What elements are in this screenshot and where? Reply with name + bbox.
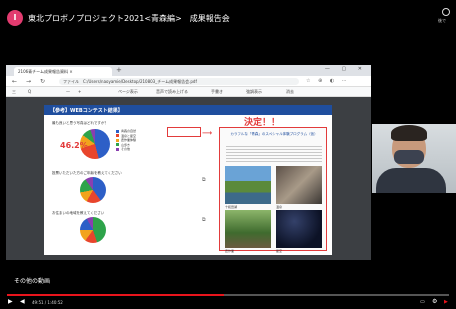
- face-mask: [394, 150, 424, 164]
- pie1-legend: 青森の自然 温泉と星空 農作業体験 山歩き その他: [116, 129, 136, 152]
- video-title-bar: I 東北プロボノプロジェクト2021<青森編> 成果報告会 後で: [0, 0, 456, 36]
- photo-lake: [225, 166, 271, 204]
- panel-body-text: [226, 144, 322, 162]
- photo-farm-work: [225, 210, 271, 248]
- progress-bar[interactable]: [7, 294, 449, 296]
- pdf-toc-icon[interactable]: 三: [12, 89, 16, 95]
- player-controls: ▶ ◀ 49:51 / 1:40:52 ▭ ⚙ ▶: [0, 297, 456, 309]
- volume-icon[interactable]: ◀: [20, 298, 25, 305]
- pie3-caption: お住まいの地域を教えてください: [52, 211, 105, 215]
- browser-extension-icons[interactable]: ☆ ⊕ ◐ ⋯: [306, 78, 350, 84]
- pie2-caption: 投票いただいた方のご年齢を教えてください: [52, 171, 122, 175]
- watch-later-button[interactable]: 後で: [438, 8, 454, 26]
- url-input[interactable]: ファイル C:/Users/naoyamie/Desktop/210803_チー…: [59, 78, 299, 85]
- window-controls[interactable]: — ▢ ✕: [325, 66, 367, 72]
- forward-icon[interactable]: →: [26, 78, 31, 85]
- tab-title: 2106青チーム成果報告資料 ×: [18, 69, 73, 74]
- panel-title: カラフルな「青森」のスペシャル体験プログラム（仮）: [230, 132, 318, 136]
- photo-caption: 農作業: [225, 249, 235, 253]
- screen-share: 2106青チーム成果報告資料 × + — ▢ ✕ ← → ↻ ファイル C:/U…: [6, 65, 371, 260]
- other-videos-label[interactable]: その他の動画: [14, 276, 50, 285]
- photo-hot-spring: [276, 166, 322, 204]
- progress-fill: [7, 294, 224, 296]
- back-icon[interactable]: ←: [12, 78, 17, 85]
- pdf-page: 【参考】WEBコンテスト結果】 最も良いと思う写真はどれですか？ 46.2% 青…: [44, 105, 332, 255]
- address-bar: ← → ↻ ファイル C:/Users/naoyamie/Desktop/210…: [6, 76, 371, 87]
- new-tab-icon[interactable]: +: [116, 66, 122, 74]
- video-title[interactable]: 東北プロボノプロジェクト2021<青森編> 成果報告会: [28, 13, 230, 24]
- pie-chart-2: [80, 177, 106, 203]
- highlight-button[interactable]: 強調表示: [246, 89, 262, 95]
- reload-icon[interactable]: ↻: [40, 78, 45, 85]
- photo-starry-sky: [276, 210, 322, 248]
- photo-caption: 十和田湖: [225, 205, 238, 209]
- selected-program-panel: カラフルな「青森」のスペシャル体験プログラム（仮） 十和田湖 温泉 農作業 星空: [219, 127, 327, 253]
- copy-icon: ⧉: [202, 217, 206, 223]
- watch-later-label: 後で: [438, 18, 446, 23]
- pdf-toolbar: 三 Q — + ページ表示 音声で読み上げる 手書き 強調表示 消去: [6, 87, 371, 97]
- photo-caption: 温泉: [276, 205, 283, 209]
- settings-icon[interactable]: ⚙: [432, 298, 437, 305]
- pie-chart-3: [80, 217, 106, 243]
- draw-button[interactable]: 手書き: [211, 89, 223, 95]
- read-aloud-button[interactable]: 音声で読み上げる: [156, 89, 188, 95]
- browser-tabbar: 2106青チーム成果報告資料 × + — ▢ ✕: [6, 65, 371, 76]
- channel-avatar[interactable]: I: [7, 10, 23, 26]
- photo-caption: 星空: [276, 249, 283, 253]
- pie1-percentage: 46.2%: [60, 141, 88, 150]
- person-hair: [391, 125, 427, 141]
- erase-button[interactable]: 消去: [286, 89, 294, 95]
- pdf-search-icon[interactable]: Q: [28, 89, 31, 94]
- clock-icon: [442, 8, 450, 16]
- pie1-caption: 最も良いと思う写真はどれですか？: [52, 121, 108, 125]
- person-body: [376, 168, 446, 193]
- arrow-right-icon: ⟶: [202, 129, 213, 137]
- zoom-in-button[interactable]: +: [78, 89, 81, 94]
- copy-icon: ⧉: [202, 177, 206, 183]
- zoom-out-button[interactable]: —: [66, 89, 70, 94]
- slide-header: 【参考】WEBコンテスト結果】: [44, 105, 332, 115]
- pdf-viewer[interactable]: 【参考】WEBコンテスト結果】 最も良いと思う写真はどれですか？ 46.2% 青…: [6, 97, 371, 260]
- play-icon[interactable]: ▶: [8, 298, 13, 305]
- webcam-feed: [372, 124, 456, 193]
- page-view-button[interactable]: ページ表示: [118, 89, 138, 95]
- browser-tab[interactable]: 2106青チーム成果報告資料 ×: [14, 67, 112, 76]
- youtube-logo-icon[interactable]: ▶: [444, 299, 448, 305]
- subtitles-icon[interactable]: ▭: [420, 299, 425, 305]
- highlight-box: [167, 127, 201, 137]
- time-display: 49:51 / 1:40:52: [32, 300, 63, 305]
